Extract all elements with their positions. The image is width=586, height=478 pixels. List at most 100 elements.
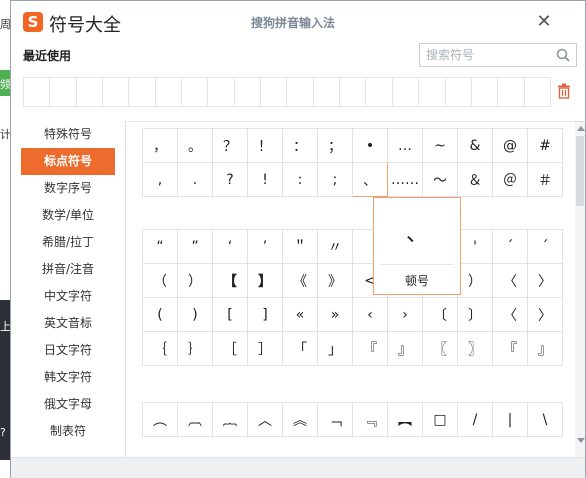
symbol-cell[interactable]: 〈 xyxy=(492,297,528,332)
symbol-cell[interactable]: 【 xyxy=(212,263,248,298)
symbol-cell[interactable]: ？ xyxy=(212,128,248,163)
symbol-cell[interactable]: ｛ xyxy=(142,331,178,366)
sidebar-item-math-units[interactable]: 数学/单位 xyxy=(21,202,115,229)
symbol-cell[interactable]: ~ xyxy=(422,128,458,163)
symbol-cell[interactable]: （ xyxy=(142,263,178,298)
recent-slot[interactable] xyxy=(287,78,314,106)
symbol-cell[interactable]: ´ xyxy=(492,229,528,264)
scroll-up-icon[interactable] xyxy=(577,126,585,131)
symbol-cell[interactable]: ］ xyxy=(247,331,283,366)
symbol-cell[interactable]: ＠ xyxy=(492,162,528,197)
symbol-cell[interactable]: ︹ xyxy=(177,402,213,437)
symbol-cell[interactable]: 〉 xyxy=(527,263,563,298)
symbol-cell[interactable]: ' xyxy=(457,229,493,264)
symbol-cell[interactable]: 】 xyxy=(247,263,283,298)
symbol-cell[interactable]: 〕 xyxy=(457,297,493,332)
symbol-cell[interactable]: 〉 xyxy=(527,297,563,332)
symbol-cell[interactable]: ( xyxy=(142,297,178,332)
symbol-cell[interactable]: ） xyxy=(457,263,493,298)
recent-slot[interactable] xyxy=(77,78,104,106)
symbol-cell[interactable]: ‹ xyxy=(352,297,388,332)
sidebar-item-numbers[interactable]: 数字序号 xyxy=(21,175,115,202)
search-box[interactable] xyxy=(419,43,577,67)
symbol-cell[interactable]: 〔 xyxy=(422,297,458,332)
symbol-cell[interactable]: ) xyxy=(177,297,213,332)
symbol-cell[interactable]: @ xyxy=(492,128,528,163)
symbol-cell[interactable]: ， xyxy=(142,128,178,163)
symbol-cell[interactable]: » xyxy=(317,297,353,332)
recent-slot[interactable] xyxy=(472,78,499,106)
sidebar-item-russian[interactable]: 俄文字母 xyxy=(21,391,115,418)
symbol-cell[interactable]: 》 xyxy=(317,263,353,298)
recent-slot[interactable] xyxy=(498,78,525,106)
symbol-cell[interactable]: 』 xyxy=(387,331,423,366)
search-input[interactable] xyxy=(420,44,554,66)
symbol-cell[interactable]: ︵ xyxy=(142,402,178,437)
recent-slot[interactable] xyxy=(393,78,420,106)
sidebar-item-box-drawing[interactable]: 制表符 xyxy=(21,418,115,445)
symbol-cell[interactable]: › xyxy=(387,297,423,332)
symbol-cell[interactable]: ！ xyxy=(247,128,283,163)
symbol-cell[interactable]: ﹃ xyxy=(352,402,388,437)
symbol-cell[interactable]: 〖 xyxy=(422,331,458,366)
symbol-cell[interactable]: 〃 xyxy=(317,229,353,264)
recent-slot[interactable] xyxy=(24,78,51,106)
symbol-cell[interactable]: ） xyxy=(177,263,213,298)
symbol-cell[interactable]: … xyxy=(387,128,423,163)
symbol-cell[interactable]: ] xyxy=(247,297,283,332)
symbol-cell[interactable]: ［ xyxy=(212,331,248,366)
symbol-cell[interactable]: | xyxy=(492,402,528,437)
symbol-cell[interactable]: …… xyxy=(387,162,423,197)
symbol-cell[interactable]: 』 xyxy=(527,331,563,366)
symbol-cell[interactable]: ： xyxy=(282,128,318,163)
vertical-scrollbar[interactable] xyxy=(575,122,585,458)
symbol-cell[interactable]: ； xyxy=(317,128,353,163)
symbol-cell[interactable]: ﹁ xyxy=(317,402,353,437)
symbol-cell[interactable]: ! xyxy=(247,162,283,197)
sidebar-item-chinese[interactable]: 中文字符 xyxy=(21,283,115,310)
title-bar[interactable]: S 符号大全 搜狗拼音输入法 ✕ xyxy=(11,1,585,43)
symbol-cell[interactable]: ＂ xyxy=(282,229,318,264)
recent-slot[interactable] xyxy=(50,78,77,106)
search-icon[interactable] xyxy=(556,48,570,62)
symbol-cell[interactable]: . xyxy=(177,162,213,197)
symbol-cell[interactable]: ˊ xyxy=(527,229,563,264)
recent-slot[interactable] xyxy=(182,78,209,106)
symbol-cell[interactable]: & xyxy=(457,128,493,163)
recent-slot[interactable] xyxy=(446,78,472,106)
symbol-cell[interactable]: ; xyxy=(317,162,353,197)
symbol-cell[interactable]: ︽ xyxy=(282,402,318,437)
trash-icon[interactable] xyxy=(557,83,571,99)
symbol-cell[interactable]: [ xyxy=(212,297,248,332)
sidebar-item-special[interactable]: 特殊符号 xyxy=(21,121,115,148)
symbol-cell[interactable]: • xyxy=(352,128,388,163)
sidebar-item-greek-latin[interactable]: 希腊/拉丁 xyxy=(21,229,115,256)
symbol-cell[interactable]: 『 xyxy=(352,331,388,366)
symbol-cell[interactable]: ～ xyxy=(422,162,458,197)
recent-slot[interactable] xyxy=(129,78,156,106)
recent-slot[interactable] xyxy=(156,78,183,106)
recent-slot[interactable] xyxy=(419,78,446,106)
close-icon[interactable]: ✕ xyxy=(535,11,553,32)
recent-slot[interactable] xyxy=(261,78,288,106)
recent-slot[interactable] xyxy=(235,78,262,106)
symbol-cell[interactable]: / xyxy=(457,402,493,437)
symbol-cell[interactable]: ” xyxy=(177,229,213,264)
symbol-cell[interactable]: □ xyxy=(422,402,458,437)
sidebar-item-korean[interactable]: 韩文字符 xyxy=(21,364,115,391)
symbol-cell[interactable]: 〈 xyxy=(492,263,528,298)
scroll-down-icon[interactable] xyxy=(577,438,585,443)
recent-slot[interactable] xyxy=(314,78,341,106)
sidebar-item-pinyin[interactable]: 拼音/注音 xyxy=(21,256,115,283)
recent-slot[interactable] xyxy=(366,78,393,106)
symbol-cell[interactable]: ︿ xyxy=(247,402,283,437)
symbol-cell[interactable]: ＆ xyxy=(457,162,493,197)
symbol-cell[interactable]: # xyxy=(527,128,563,163)
symbol-cell[interactable]: 「 xyxy=(282,331,318,366)
recent-slot[interactable] xyxy=(103,78,130,106)
symbol-cell[interactable]: : xyxy=(282,162,318,197)
symbol-cell[interactable]: ｝ xyxy=(177,331,213,366)
symbol-cell[interactable]: ︻ xyxy=(387,402,423,437)
symbol-cell[interactable]: ︷ xyxy=(212,402,248,437)
recent-slot[interactable] xyxy=(525,78,550,106)
